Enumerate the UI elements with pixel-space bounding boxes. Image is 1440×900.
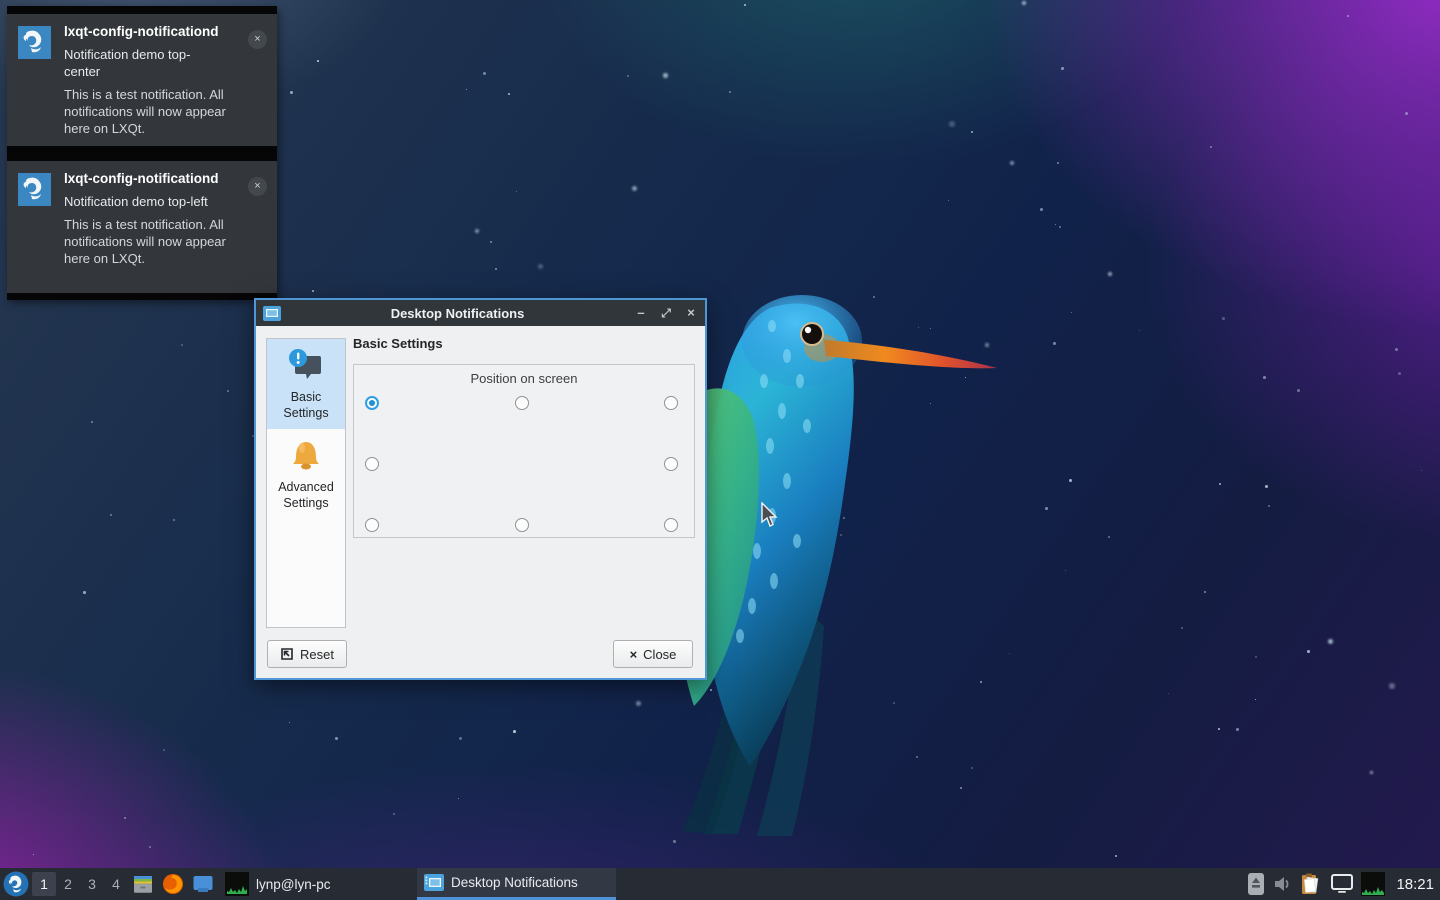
task-button-desktop-notifications[interactable]: Desktop Notifications (417, 868, 616, 900)
radio-position-top-left[interactable] (365, 396, 379, 410)
lxqt-logo-icon (18, 26, 51, 59)
eject-tray-button[interactable] (1247, 872, 1265, 896)
workspace-button-1[interactable]: 1 (32, 872, 56, 896)
window-titlebar[interactable]: Desktop Notifications – ⤢ × (256, 300, 705, 326)
task-label: lynp@lyn-pc (256, 877, 330, 892)
sidebar-item-label: Advanced Settings (269, 479, 343, 511)
settings-sidebar: Basic Settings Advanced Settings (266, 338, 346, 628)
desktop-notifications-window: Desktop Notifications – ⤢ × Basic Settin… (254, 298, 707, 680)
workspace-button-3[interactable]: 3 (80, 872, 104, 896)
radio-position-bottom-left[interactable] (365, 518, 379, 532)
section-heading: Basic Settings (353, 336, 443, 351)
desktop: lxqt-config-notificationd Notification d… (0, 0, 1440, 900)
resource-graph-tray-button[interactable] (1361, 872, 1385, 896)
volume-tray-button[interactable] (1272, 874, 1292, 894)
close-x-icon: × (630, 647, 638, 662)
monitor-tray-button[interactable] (1330, 873, 1354, 895)
notification-app-name: lxqt-config-notificationd (64, 170, 242, 187)
notification-summary: Notification demo top-center (64, 46, 224, 80)
notification-summary: Notification demo top-left (64, 193, 224, 210)
notification-close-button[interactable]: × (248, 30, 267, 49)
notification-top-left[interactable]: lxqt-config-notificationd Notification d… (7, 153, 277, 300)
sidebar-item-label: Basic Settings (269, 389, 343, 421)
file-manager-launcher[interactable] (128, 868, 158, 900)
desktop-icon (191, 872, 215, 896)
task-button-terminal[interactable]: lynp@lyn-pc (218, 868, 417, 900)
radio-position-bottom-center[interactable] (515, 518, 529, 532)
desktop-launcher[interactable] (188, 868, 218, 900)
minimize-button[interactable]: – (634, 300, 648, 326)
resource-graph-icon (1361, 872, 1385, 896)
reset-button-label: Reset (300, 647, 334, 662)
notification-app-name: lxqt-config-notificationd (64, 23, 242, 40)
monitor-icon (1330, 873, 1354, 895)
close-button[interactable]: × Close (613, 640, 693, 668)
notification-body-text: This is a test notification. All notific… (64, 216, 249, 267)
window-icon (263, 306, 281, 321)
position-groupbox: Position on screen (353, 364, 695, 538)
notification-top-center[interactable]: lxqt-config-notificationd Notification d… (7, 6, 277, 153)
workspace-button-4[interactable]: 4 (104, 872, 128, 896)
window-title: Desktop Notifications (281, 306, 634, 321)
lxqt-logo-icon (18, 173, 51, 206)
sidebar-item-basic-settings[interactable]: Basic Settings (267, 339, 345, 429)
reset-button[interactable]: Reset (267, 640, 347, 668)
taskbar-clock[interactable]: 18:21 (1396, 876, 1434, 893)
radio-position-middle-right[interactable] (664, 457, 678, 471)
bell-icon (287, 437, 325, 475)
notification-close-button[interactable]: × (248, 177, 267, 196)
groupbox-title: Position on screen (354, 371, 694, 386)
firefox-icon (161, 872, 185, 896)
close-window-button[interactable]: × (684, 300, 698, 326)
lxqt-menu-button[interactable] (0, 868, 32, 900)
terminal-graph-icon (225, 872, 249, 896)
radio-position-bottom-right[interactable] (664, 518, 678, 532)
radio-position-top-right[interactable] (664, 396, 678, 410)
taskbar-panel: 1 2 3 4 (0, 868, 1440, 900)
firefox-launcher[interactable] (158, 868, 188, 900)
lxqt-menu-icon (3, 871, 29, 897)
sidebar-item-advanced-settings[interactable]: Advanced Settings (267, 429, 345, 519)
volume-icon (1272, 874, 1292, 894)
reset-icon (280, 647, 294, 661)
radio-position-middle-left[interactable] (365, 457, 379, 471)
mouse-cursor (758, 502, 780, 528)
workspace-button-2[interactable]: 2 (56, 872, 80, 896)
close-button-label: Close (643, 647, 676, 662)
radio-position-top-center[interactable] (515, 396, 529, 410)
notification-window-icon (424, 874, 444, 891)
restore-button[interactable]: ⤢ (659, 300, 673, 326)
clipboard-icon (1299, 872, 1323, 896)
notification-body-text: This is a test notification. All notific… (64, 86, 249, 137)
task-label: Desktop Notifications (451, 875, 578, 890)
clipboard-tray-button[interactable] (1299, 872, 1323, 896)
eject-icon (1247, 872, 1265, 896)
notification-bubble-icon (287, 347, 325, 385)
file-manager-icon (131, 872, 155, 896)
